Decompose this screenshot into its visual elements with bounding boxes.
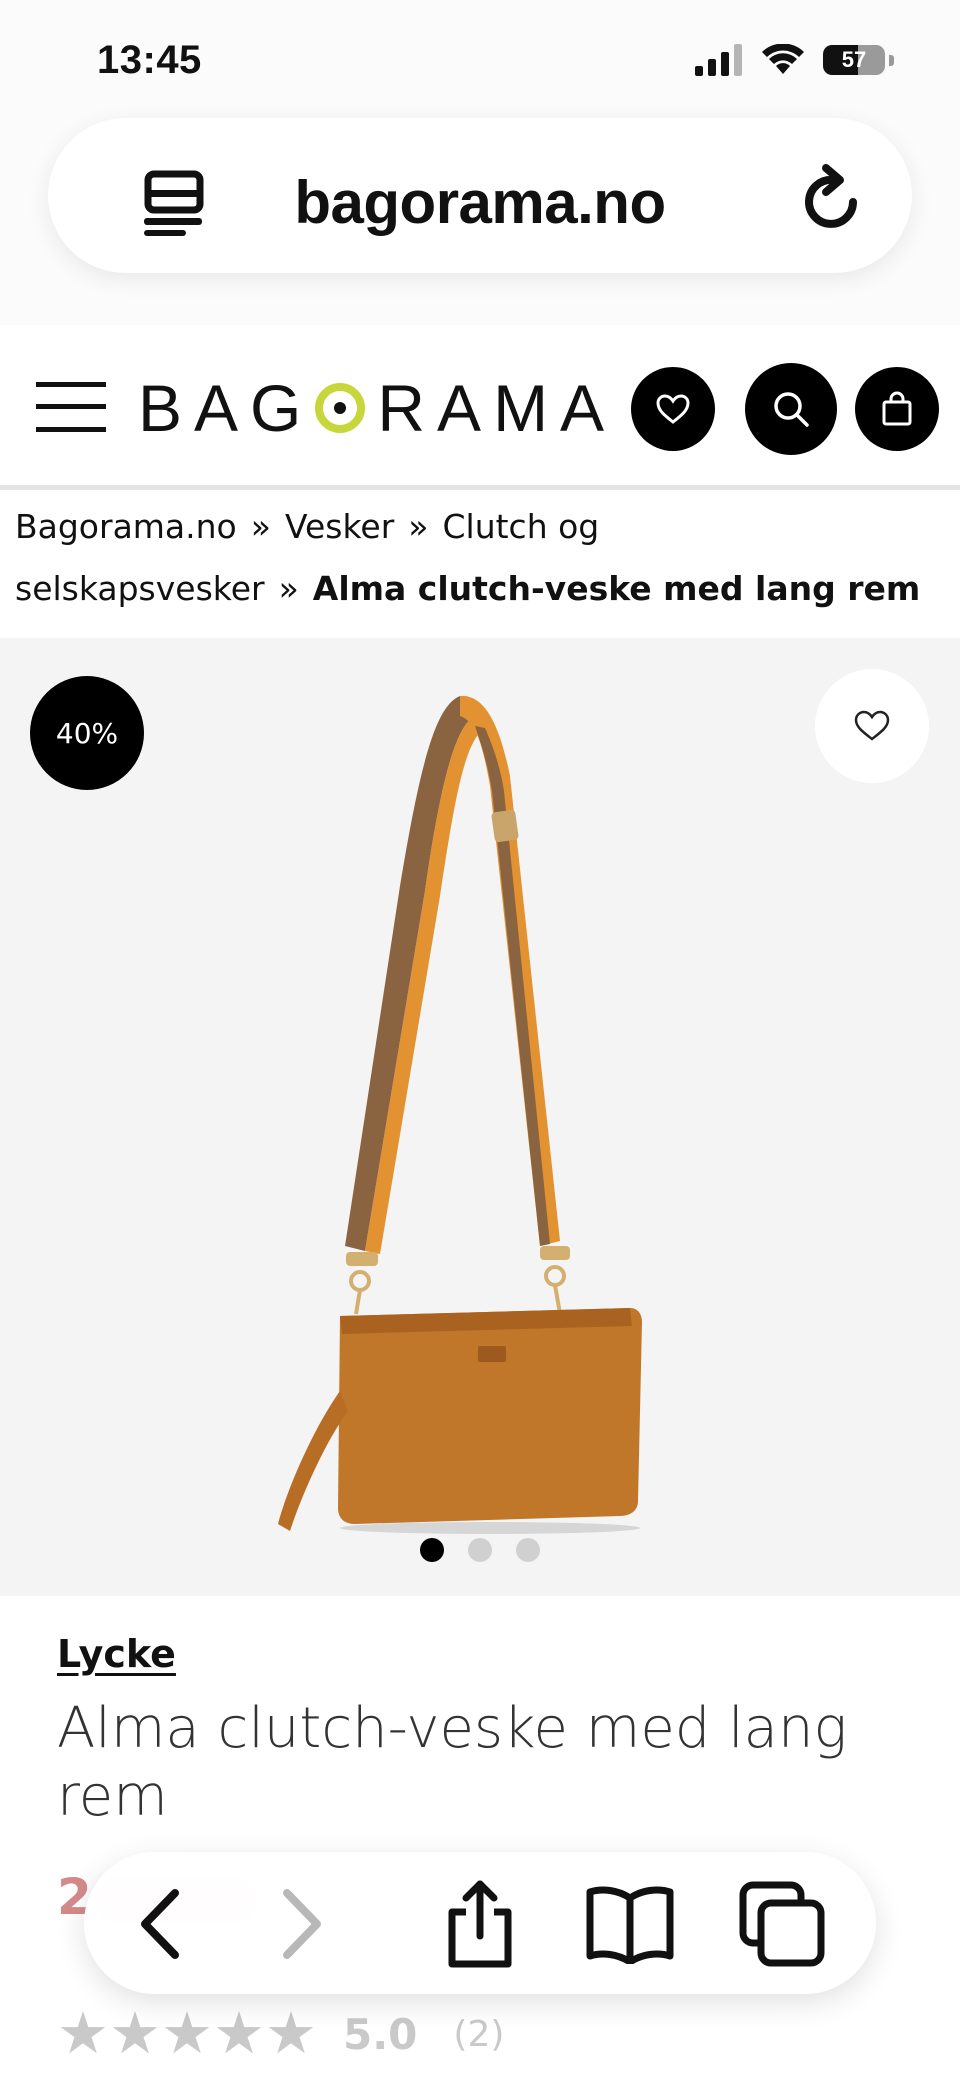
star-icon: ★	[265, 2001, 317, 2066]
add-to-wishlist-button[interactable]	[815, 669, 929, 783]
heart-outline-icon	[854, 710, 890, 741]
star-icon: ★	[213, 2001, 265, 2066]
search-icon	[774, 392, 809, 427]
battery-icon: 57	[823, 45, 885, 75]
star-icon: ★	[57, 2001, 109, 2066]
share-icon	[448, 1880, 512, 1968]
forward-button[interactable]	[256, 1878, 348, 1970]
back-button[interactable]	[114, 1878, 206, 1970]
bookmarks-button[interactable]	[580, 1878, 680, 1970]
rating-count: (2)	[453, 2013, 505, 2055]
breadcrumb-current: Alma clutch-veske med lang rem	[312, 569, 921, 608]
rating-value: 5.0	[343, 2009, 418, 2059]
pagination-dot[interactable]	[516, 1538, 540, 1562]
status-time: 13:45	[97, 38, 202, 82]
star-icon: ★	[161, 2001, 213, 2066]
product-photo-bag	[278, 695, 642, 1534]
image-pagination	[0, 1538, 960, 1562]
search-button[interactable]	[745, 363, 837, 455]
book-icon	[586, 1886, 674, 1964]
reload-icon[interactable]	[798, 162, 868, 238]
wishlist-button[interactable]	[631, 367, 715, 451]
status-indicators: 57	[695, 44, 894, 76]
browser-toolbar	[84, 1852, 876, 1994]
address-bar[interactable]: bagorama.no	[48, 118, 912, 273]
site-header: BAG RAMA	[0, 325, 960, 490]
share-button[interactable]	[434, 1878, 526, 1970]
wifi-icon	[762, 44, 804, 74]
pagination-dot[interactable]	[468, 1538, 492, 1562]
logo-o-mark	[315, 383, 366, 433]
bagorama-logo[interactable]: BAG RAMA	[138, 371, 616, 445]
tabs-icon	[739, 1881, 825, 1967]
product-title: Alma clutch-veske med lang rem	[57, 1696, 848, 1829]
breadcrumb-separator: »	[250, 507, 271, 546]
tabs-button[interactable]	[736, 1878, 828, 1970]
chevron-right-icon	[283, 1889, 321, 1959]
heart-icon	[656, 394, 690, 424]
product-image-gallery[interactable]: 40%	[0, 638, 960, 1596]
product-rating[interactable]: ★ ★ ★ ★ ★ 5.0 (2)	[57, 2005, 504, 2063]
battery-level: 57	[841, 47, 867, 72]
breadcrumb-separator: »	[408, 507, 429, 546]
breadcrumb: Bagorama.no» Vesker» Clutch og selskapsves…	[15, 496, 945, 620]
cart-button[interactable]	[855, 367, 939, 451]
breadcrumb-home[interactable]: Bagorama.no	[15, 507, 237, 546]
breadcrumb-vesker[interactable]: Vesker	[285, 507, 394, 546]
chevron-left-icon	[141, 1889, 179, 1959]
shopping-bag-icon	[882, 391, 912, 426]
rating-stars: ★ ★ ★ ★ ★	[57, 2005, 317, 2063]
menu-icon[interactable]	[36, 378, 106, 436]
url-text[interactable]: bagorama.no	[48, 168, 912, 237]
cellular-signal-icon	[695, 44, 742, 76]
logo-text-start: BAG	[138, 371, 314, 445]
logo-text-end: RAMA	[377, 371, 617, 445]
breadcrumb-separator: »	[278, 569, 299, 608]
product-brand-link[interactable]: Lycke	[57, 1632, 176, 1676]
browser-address-area: bagorama.no	[0, 110, 960, 325]
pagination-dot[interactable]	[420, 1538, 444, 1562]
status-bar: 13:45 57	[0, 0, 960, 110]
star-icon: ★	[109, 2001, 161, 2066]
discount-badge: 40%	[30, 676, 144, 790]
